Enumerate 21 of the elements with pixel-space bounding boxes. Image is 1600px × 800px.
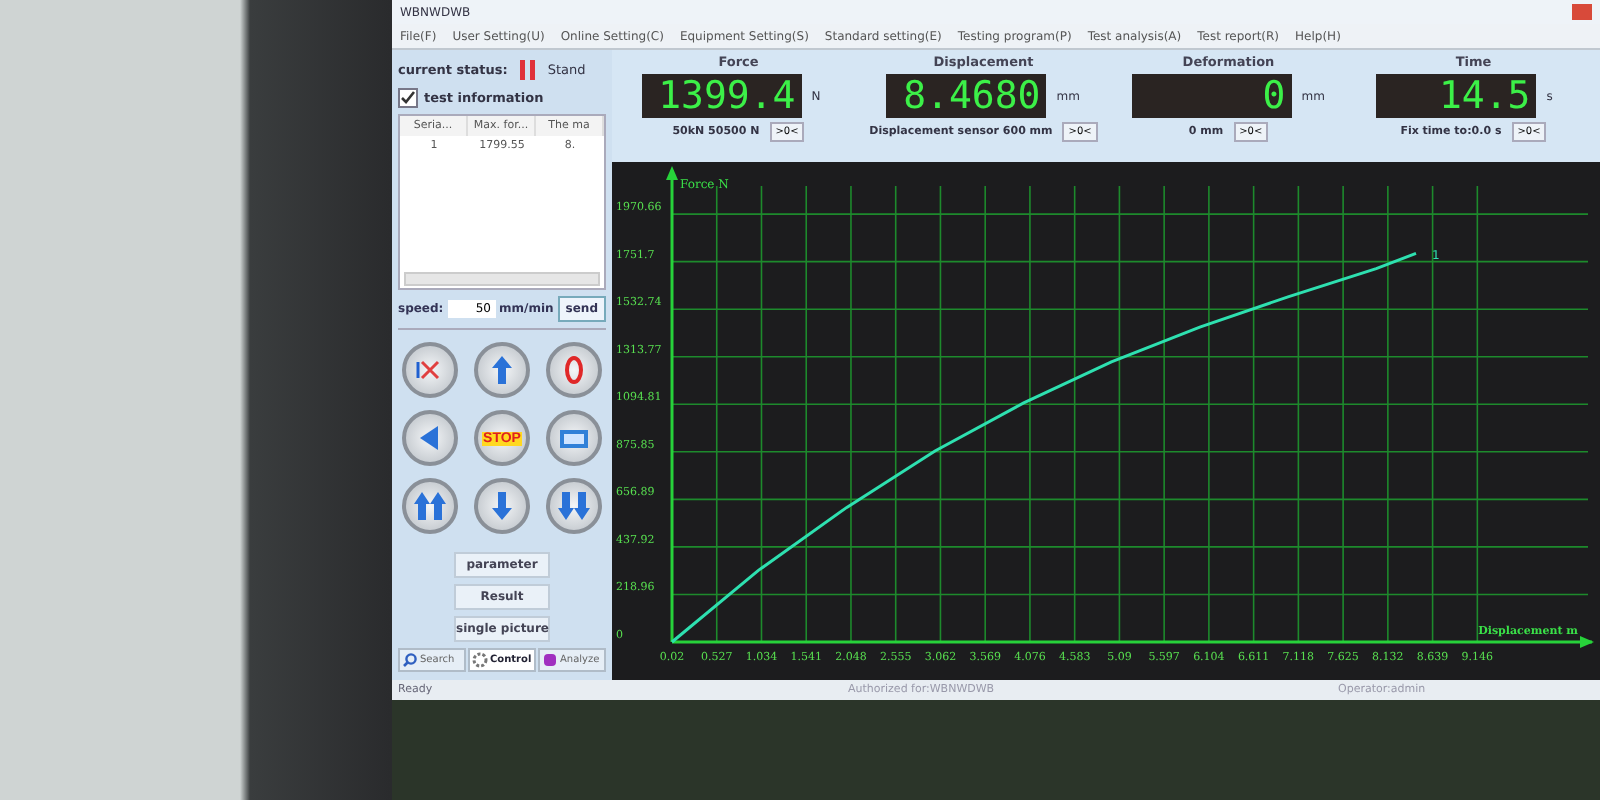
round-control-button[interactable] <box>474 478 530 534</box>
down-arrow-icon <box>558 490 590 522</box>
digital-display: 8.4680 <box>886 74 1047 118</box>
round-control-button[interactable] <box>546 342 602 398</box>
magnifier-icon <box>402 652 418 668</box>
checkbox[interactable] <box>398 88 418 109</box>
digital-display: 0 <box>1131 74 1292 118</box>
round-control-button[interactable] <box>402 410 458 466</box>
scrollbar[interactable] <box>404 272 600 286</box>
round-control-button[interactable] <box>546 478 602 534</box>
gear-icon <box>472 652 488 668</box>
round-control-button[interactable] <box>402 478 458 534</box>
round-control-button[interactable] <box>474 342 530 398</box>
round-control-button[interactable] <box>402 342 458 398</box>
digital-display: 1399.4 <box>641 74 802 118</box>
up-arrow-icon <box>486 354 518 386</box>
digital-display: 14.5 <box>1376 74 1537 118</box>
down-arrow-icon <box>486 490 518 522</box>
round-control-button[interactable] <box>546 410 602 466</box>
up-arrow-icon <box>414 490 446 522</box>
pause-icon <box>517 58 538 83</box>
